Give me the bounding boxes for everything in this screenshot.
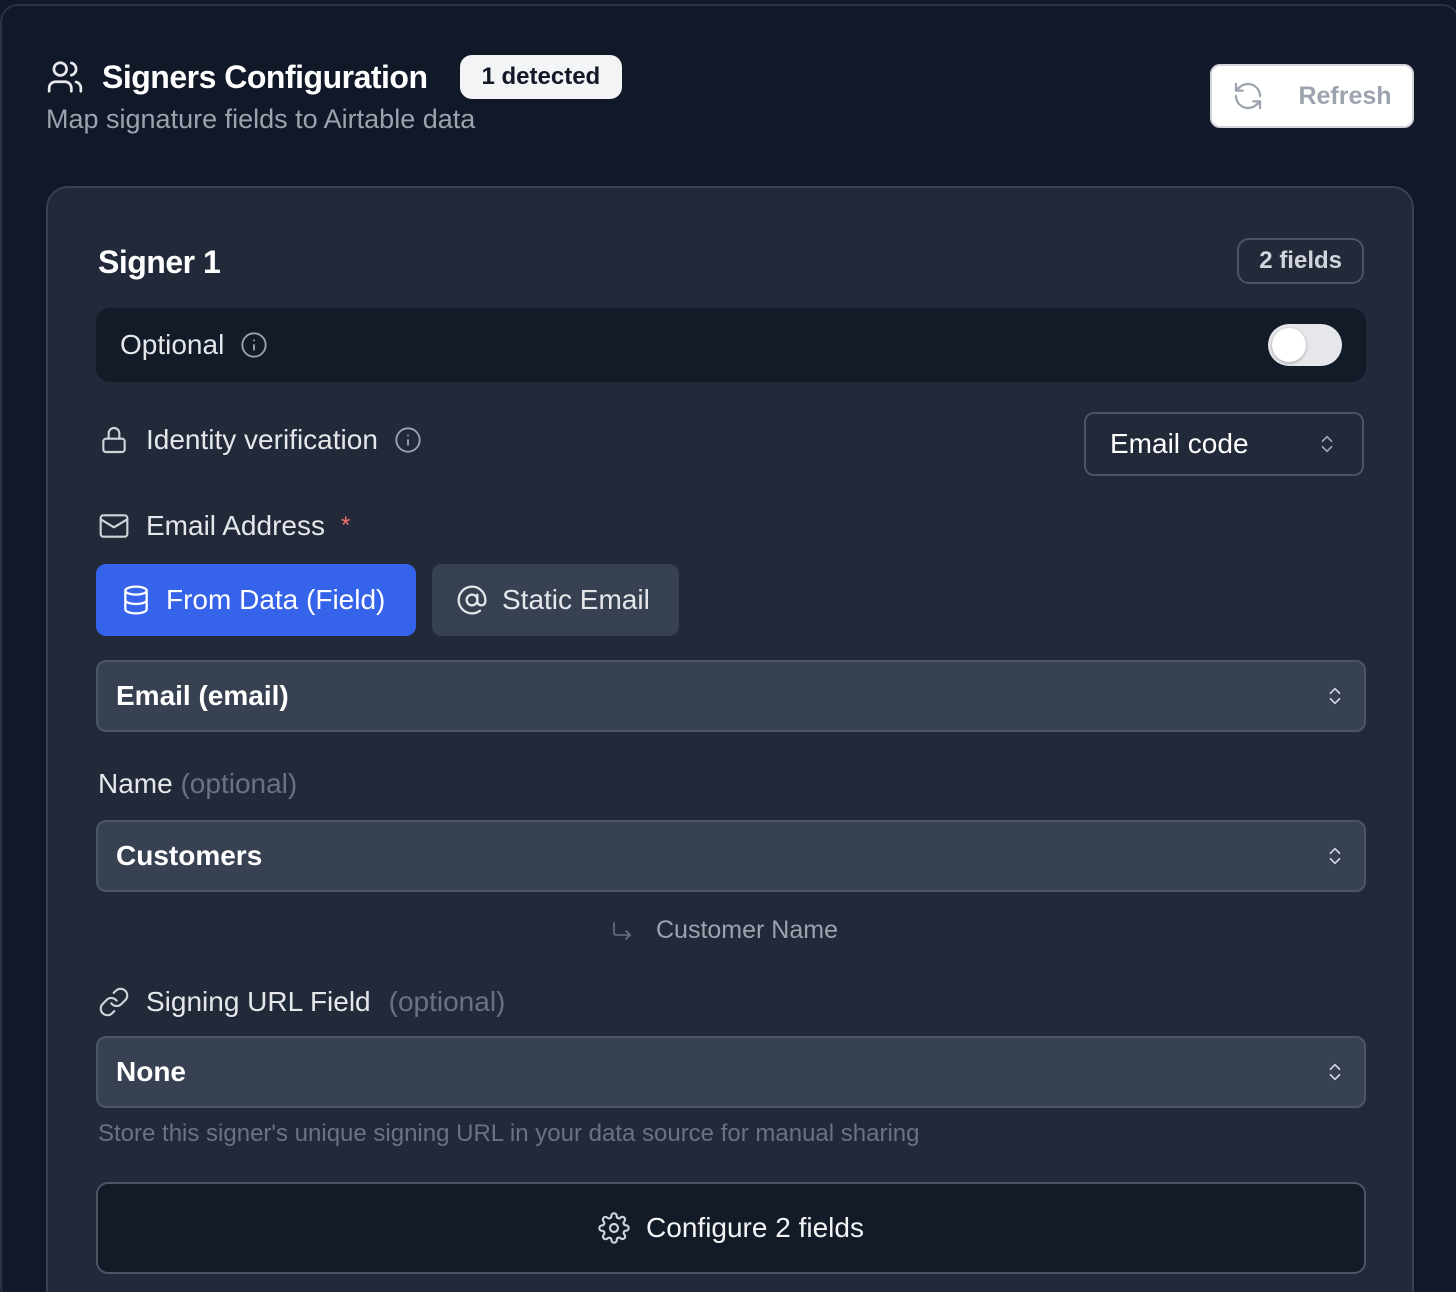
fields-count-badge: 2 fields bbox=[1237, 238, 1364, 284]
chevrons-up-down-icon bbox=[1324, 682, 1346, 710]
name-label-row: Name (optional) bbox=[98, 768, 297, 800]
optional-label: Optional bbox=[120, 329, 225, 360]
database-icon bbox=[120, 584, 152, 616]
info-icon[interactable] bbox=[240, 331, 268, 359]
corner-down-right-icon bbox=[610, 919, 634, 943]
signers-header: Signers Configuration 1 detected Map sig… bbox=[46, 54, 1414, 134]
signing-url-value: None bbox=[116, 1056, 186, 1087]
signing-url-helper-text: Store this signer's unique signing URL i… bbox=[98, 1120, 920, 1147]
identity-verification-label-row: Identity verification bbox=[98, 424, 422, 456]
title-row: Signers Configuration 1 detected bbox=[46, 54, 1414, 100]
detected-badge: 1 detected bbox=[459, 55, 623, 99]
configure-fields-label: Configure 2 fields bbox=[646, 1212, 864, 1243]
identity-verification-select[interactable]: Email code bbox=[1084, 412, 1364, 476]
optional-setting-row: Optional bbox=[96, 308, 1366, 382]
name-optional-hint: (optional) bbox=[180, 768, 298, 799]
users-icon bbox=[46, 57, 86, 97]
signing-url-label-row: Signing URL Field (optional) bbox=[98, 986, 505, 1018]
static-email-button[interactable]: Static Email bbox=[432, 564, 679, 636]
at-sign-icon bbox=[456, 584, 488, 616]
signing-url-select[interactable]: None bbox=[96, 1036, 1366, 1108]
name-table-value: Customers bbox=[116, 840, 263, 871]
name-table-select[interactable]: Customers bbox=[96, 820, 1366, 892]
refresh-label: Refresh bbox=[1298, 81, 1392, 110]
from-data-button[interactable]: From Data (Field) bbox=[96, 564, 416, 636]
toggle-knob bbox=[1272, 328, 1306, 362]
from-data-label: From Data (Field) bbox=[166, 584, 386, 615]
signing-url-optional-hint: (optional) bbox=[388, 986, 506, 1017]
name-subfield[interactable]: Customer Name bbox=[610, 916, 838, 945]
configure-fields-button[interactable]: Configure 2 fields bbox=[96, 1182, 1366, 1274]
name-subfield-value: Customer Name bbox=[656, 916, 838, 944]
email-source-toggle: From Data (Field) Static Email bbox=[96, 564, 679, 636]
identity-verification-value: Email code bbox=[1110, 428, 1249, 459]
chevrons-up-down-icon bbox=[1316, 431, 1338, 457]
refresh-button[interactable]: Refresh bbox=[1210, 64, 1414, 128]
signing-url-label: Signing URL Field bbox=[146, 986, 371, 1017]
signer-card: Signer 1 2 fields Optional Identity veri… bbox=[46, 186, 1414, 1292]
identity-verification-label: Identity verification bbox=[146, 424, 378, 455]
email-address-label: Email Address bbox=[146, 510, 325, 541]
name-label: Name bbox=[98, 768, 173, 799]
optional-toggle[interactable] bbox=[1268, 324, 1342, 366]
signer-title: Signer 1 bbox=[98, 244, 221, 280]
page-title: Signers Configuration bbox=[102, 58, 428, 95]
email-address-label-row: Email Address * bbox=[98, 510, 350, 542]
refresh-icon bbox=[1232, 80, 1264, 112]
email-field-value: Email (email) bbox=[116, 680, 289, 711]
static-email-label: Static Email bbox=[502, 584, 650, 615]
gear-icon bbox=[598, 1212, 630, 1244]
page-subtitle: Map signature fields to Airtable data bbox=[46, 104, 476, 134]
email-field-select[interactable]: Email (email) bbox=[96, 660, 1366, 732]
mail-icon bbox=[98, 510, 130, 542]
chevrons-up-down-icon bbox=[1324, 1058, 1346, 1086]
lock-icon bbox=[98, 424, 130, 456]
chevrons-up-down-icon bbox=[1324, 842, 1346, 870]
link-icon bbox=[98, 986, 130, 1018]
info-icon[interactable] bbox=[394, 426, 422, 454]
required-marker: * bbox=[340, 512, 351, 539]
